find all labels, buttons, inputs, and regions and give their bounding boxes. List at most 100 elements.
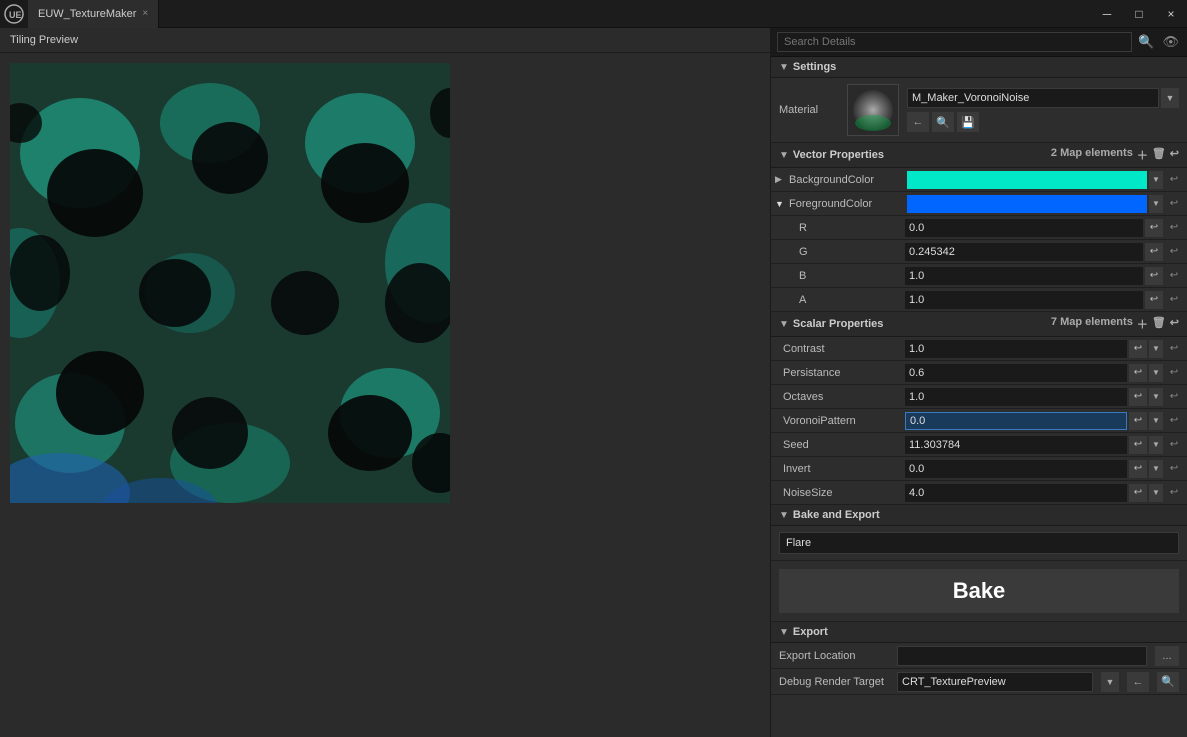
octaves-link-btn[interactable]: ↩ (1165, 388, 1183, 406)
g-reset-btn[interactable]: ↩ (1145, 243, 1163, 261)
scalar-delete-btn[interactable]: 🗑 (1152, 316, 1166, 332)
noisesize-value-area: ↩ ▼ ↩ (905, 484, 1183, 502)
fg-color-expand-icon[interactable]: ▼ (775, 199, 789, 209)
fg-color-dropdown-btn[interactable]: ▼ (1149, 195, 1163, 213)
map-elements-count: 2 Map elements (1051, 147, 1133, 163)
scalar-link-btn[interactable]: ↩ (1170, 316, 1179, 332)
bake-export-label: Bake and Export (793, 509, 880, 521)
settings-collapse-icon[interactable]: ▼ (779, 62, 789, 73)
contrast-dropdown-btn[interactable]: ▼ (1149, 340, 1163, 358)
vector-properties-actions: 2 Map elements ＋ 🗑 ↩ (1051, 147, 1179, 163)
octaves-dropdown-btn[interactable]: ▼ (1149, 388, 1163, 406)
a-link-btn[interactable]: ↩ (1165, 291, 1183, 309)
persistance-link-btn[interactable]: ↩ (1165, 364, 1183, 382)
contrast-link-btn[interactable]: ↩ (1165, 340, 1183, 358)
bg-color-swatch[interactable] (907, 171, 1147, 189)
export-location-input[interactable] (897, 646, 1147, 666)
r-link-btn[interactable]: ↩ (1165, 219, 1183, 237)
export-location-row: Export Location ... (771, 643, 1187, 669)
search-bar: 🔍 👁 (771, 28, 1187, 57)
bake-button[interactable]: Bake (779, 569, 1179, 613)
noisesize-reset-btn[interactable]: ↩ (1129, 484, 1147, 502)
b-input[interactable] (905, 267, 1143, 285)
search-icon[interactable]: 🔍 (1136, 32, 1156, 52)
fg-color-swatch[interactable] (907, 195, 1147, 213)
material-back-btn[interactable]: ← (907, 112, 929, 132)
b-reset-btn[interactable]: ↩ (1145, 267, 1163, 285)
close-button[interactable]: × (1155, 0, 1187, 28)
persistance-label: Persistance (775, 367, 905, 379)
noisesize-input[interactable] (905, 484, 1127, 502)
invert-link-btn[interactable]: ↩ (1165, 460, 1183, 478)
debug-render-row: Debug Render Target ▼ ← 🔍 (771, 669, 1187, 695)
seed-link-btn[interactable]: ↩ (1165, 436, 1183, 454)
voronoi-input[interactable] (905, 412, 1127, 430)
debug-back-btn[interactable]: ← (1127, 672, 1149, 692)
octaves-label: Octaves (775, 391, 905, 403)
vector-collapse-icon[interactable]: ▼ (779, 150, 789, 161)
fg-color-label: ForegroundColor (789, 198, 907, 210)
texture-svg (10, 63, 450, 503)
debug-search-btn[interactable]: 🔍 (1157, 672, 1179, 692)
material-label: Material (779, 104, 839, 116)
material-search-btn[interactable]: 🔍 (932, 112, 954, 132)
r-input[interactable] (905, 219, 1143, 237)
bg-color-expand-icon[interactable]: ▶ (775, 174, 789, 185)
vector-delete-btn[interactable]: 🗑 (1152, 147, 1166, 163)
vector-add-btn[interactable]: ＋ (1137, 147, 1148, 163)
bake-name-input[interactable] (779, 532, 1179, 554)
persistance-dropdown-btn[interactable]: ▼ (1149, 364, 1163, 382)
filter-icon[interactable]: 👁 (1160, 32, 1181, 52)
seed-input[interactable] (905, 436, 1127, 454)
bake-button-row: Bake (771, 561, 1187, 622)
a-input[interactable] (905, 291, 1143, 309)
material-dropdown-btn[interactable]: ▼ (1161, 88, 1179, 108)
contrast-input[interactable] (905, 340, 1127, 358)
voronoi-dropdown-btn[interactable]: ▼ (1149, 412, 1163, 430)
noisesize-link-btn[interactable]: ↩ (1165, 484, 1183, 502)
voronoi-link-btn[interactable]: ↩ (1165, 412, 1183, 430)
voronoi-reset-btn[interactable]: ↩ (1129, 412, 1147, 430)
bake-export-collapse-icon[interactable]: ▼ (779, 510, 789, 521)
minimize-button[interactable]: ─ (1091, 0, 1123, 28)
vector-link-btn[interactable]: ↩ (1170, 147, 1179, 163)
invert-reset-btn[interactable]: ↩ (1129, 460, 1147, 478)
debug-render-input[interactable] (897, 672, 1093, 692)
a-value-area: ↩ ↩ (905, 291, 1183, 309)
b-prop-row: B ↩ ↩ (771, 264, 1187, 288)
seed-dropdown-btn[interactable]: ▼ (1149, 436, 1163, 454)
maximize-button[interactable]: □ (1123, 0, 1155, 28)
export-section-header: ▼ Export (771, 622, 1187, 643)
export-collapse-icon[interactable]: ▼ (779, 627, 789, 638)
bg-color-link-btn[interactable]: ↩ (1165, 171, 1183, 189)
octaves-input[interactable] (905, 388, 1127, 406)
debug-dropdown-btn[interactable]: ▼ (1101, 672, 1119, 692)
g-input[interactable] (905, 243, 1143, 261)
noisesize-dropdown-btn[interactable]: ▼ (1149, 484, 1163, 502)
octaves-row: Octaves ↩ ▼ ↩ (771, 385, 1187, 409)
search-input[interactable] (777, 32, 1132, 52)
bg-color-label: BackgroundColor (789, 174, 907, 186)
invert-dropdown-btn[interactable]: ▼ (1149, 460, 1163, 478)
tab-label: EUW_TextureMaker (38, 8, 136, 20)
persistance-reset-btn[interactable]: ↩ (1129, 364, 1147, 382)
g-link-btn[interactable]: ↩ (1165, 243, 1183, 261)
tab-close-icon[interactable]: × (142, 8, 148, 19)
b-link-btn[interactable]: ↩ (1165, 267, 1183, 285)
octaves-reset-btn[interactable]: ↩ (1129, 388, 1147, 406)
contrast-reset-btn[interactable]: ↩ (1129, 340, 1147, 358)
editor-tab[interactable]: EUW_TextureMaker × (28, 0, 159, 28)
fg-color-link-btn[interactable]: ↩ (1165, 195, 1183, 213)
scalar-add-btn[interactable]: ＋ (1137, 316, 1148, 332)
a-reset-btn[interactable]: ↩ (1145, 291, 1163, 309)
persistance-input[interactable] (905, 364, 1127, 382)
r-reset-btn[interactable]: ↩ (1145, 219, 1163, 237)
scalar-map-elements-count: 7 Map elements (1051, 316, 1133, 332)
export-browse-btn[interactable]: ... (1155, 646, 1179, 666)
scalar-collapse-icon[interactable]: ▼ (779, 319, 789, 330)
material-save-btn[interactable]: 💾 (957, 112, 979, 132)
seed-reset-btn[interactable]: ↩ (1129, 436, 1147, 454)
invert-input[interactable] (905, 460, 1127, 478)
bg-color-dropdown-btn[interactable]: ▼ (1149, 171, 1163, 189)
material-name-input[interactable] (907, 88, 1159, 108)
